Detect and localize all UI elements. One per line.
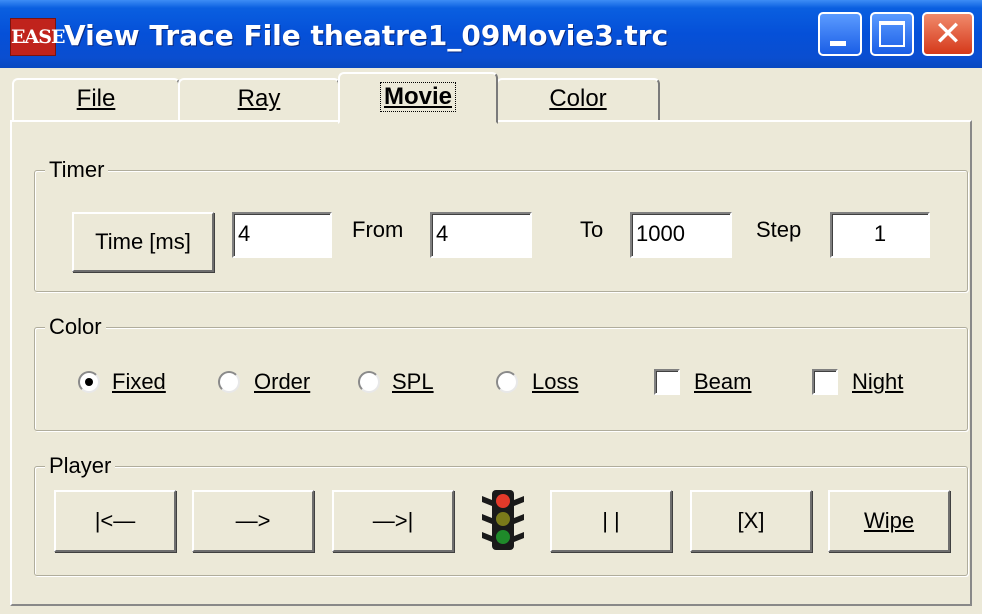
wipe-button[interactable]: Wipe	[828, 490, 950, 552]
radio-loss-label: Loss	[532, 369, 579, 394]
from-label: From	[352, 217, 404, 242]
tab-movie-label: Movie	[379, 82, 456, 112]
from-input[interactable]: 4	[430, 212, 532, 258]
skip-to-end-button[interactable]: —>|	[332, 490, 454, 552]
tab-file[interactable]: File	[12, 78, 180, 120]
tab-color-label: Color	[549, 85, 607, 112]
radio-loss[interactable]	[496, 371, 518, 393]
rewind-button[interactable]: |<—	[54, 490, 176, 552]
radio-spl[interactable]	[358, 371, 380, 393]
to-label: To	[580, 217, 604, 242]
radio-order[interactable]	[218, 371, 240, 393]
tab-ray-label: Ray	[237, 85, 281, 112]
checkbox-beam[interactable]	[654, 369, 680, 395]
tab-ray[interactable]: Ray	[178, 78, 340, 120]
close-icon: ✕	[933, 14, 963, 54]
close-button[interactable]: ✕	[922, 12, 974, 56]
pause-button[interactable]: | |	[550, 490, 672, 552]
view-trace-window: EASE View Trace File theatre1_09Movie3.t…	[0, 0, 982, 614]
player-legend: Player	[45, 453, 116, 479]
timer-legend: Timer	[45, 157, 109, 183]
time-ms-button[interactable]: Time [ms]	[72, 212, 214, 272]
minimize-icon	[830, 41, 846, 46]
play-button[interactable]: —>	[192, 490, 314, 552]
radio-fixed[interactable]	[78, 371, 100, 393]
traffic-light-icon	[482, 490, 524, 550]
title-bar[interactable]: EASE View Trace File theatre1_09Movie3.t…	[0, 0, 982, 68]
tab-file-label: File	[76, 85, 116, 112]
tab-movie[interactable]: Movie	[338, 72, 498, 124]
maximize-button[interactable]	[870, 12, 914, 56]
color-legend: Color	[45, 314, 106, 340]
minimize-button[interactable]	[818, 12, 862, 56]
radio-order-label: Order	[254, 369, 311, 394]
step-label: Step	[756, 217, 802, 242]
ease-app-icon[interactable]: EASE	[10, 18, 65, 56]
maximize-icon	[879, 21, 905, 47]
checkbox-beam-label: Beam	[694, 369, 752, 394]
radio-fixed-label: Fixed	[112, 369, 166, 394]
stop-button[interactable]: [X]	[690, 490, 812, 552]
checkbox-night-label: Night	[852, 369, 904, 394]
time-input[interactable]: 4	[232, 212, 332, 258]
radio-selected-dot	[85, 378, 93, 386]
step-input[interactable]: 1	[830, 212, 930, 258]
checkbox-night[interactable]	[812, 369, 838, 395]
wipe-button-label: Wipe	[863, 508, 915, 533]
radio-spl-label: SPL	[392, 369, 434, 394]
tab-color[interactable]: Color	[496, 78, 660, 120]
to-input[interactable]: 1000	[630, 212, 732, 258]
window-title: View Trace File theatre1_09Movie3.trc	[64, 19, 669, 52]
